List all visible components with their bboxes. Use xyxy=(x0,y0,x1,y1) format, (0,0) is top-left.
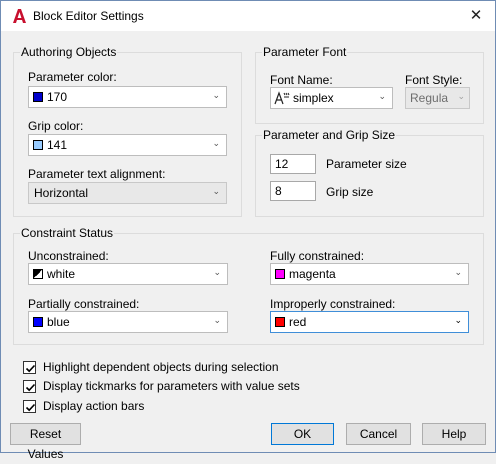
highlight-dependent-label: Highlight dependent objects during selec… xyxy=(43,360,279,374)
unconstrained-label: Unconstrained: xyxy=(28,249,109,263)
grip-size-value: 8 xyxy=(275,184,282,198)
window-title: Block Editor Settings xyxy=(33,9,144,23)
parameter-size-input[interactable]: 12 xyxy=(270,154,316,174)
partially-constrained-label: Partially constrained: xyxy=(28,297,140,311)
parameter-color-label: Parameter color: xyxy=(28,70,117,84)
fully-constrained-swatch xyxy=(275,269,285,279)
title-bar: Block Editor Settings ✕ xyxy=(1,1,495,31)
grip-color-combo[interactable]: 141 ⌄ xyxy=(28,134,227,156)
improperly-constrained-label: Improperly constrained: xyxy=(270,297,396,311)
partially-constrained-value: blue xyxy=(47,315,70,329)
text-alignment-label: Parameter text alignment: xyxy=(28,167,166,181)
parameter-grip-size-group xyxy=(255,135,484,217)
autocad-app-icon xyxy=(13,9,26,23)
chevron-down-icon: ⌄ xyxy=(212,138,220,148)
block-editor-settings-dialog: Block Editor Settings ✕ Authoring Object… xyxy=(0,0,496,461)
grip-size-label: Grip size xyxy=(326,185,374,199)
grip-color-swatch xyxy=(33,140,43,150)
checkmark-icon xyxy=(25,383,36,392)
display-tickmarks-label: Display tickmarks for parameters with va… xyxy=(43,379,300,393)
help-button[interactable]: Help xyxy=(422,423,486,445)
improperly-constrained-value: red xyxy=(289,315,307,329)
cancel-button[interactable]: Cancel xyxy=(346,423,411,445)
checkmark-icon xyxy=(25,403,36,412)
parameter-color-combo[interactable]: 170 ⌄ xyxy=(28,86,227,108)
checkbox-box xyxy=(23,361,36,374)
constraint-status-title: Constraint Status xyxy=(20,226,115,240)
partially-constrained-swatch xyxy=(33,317,43,327)
chevron-down-icon: ⌄ xyxy=(454,315,462,325)
fully-constrained-combo[interactable]: magenta ⌄ xyxy=(270,263,469,285)
shx-font-icon xyxy=(274,91,290,105)
checkbox-box xyxy=(23,380,36,393)
reset-values-button[interactable]: Reset Values xyxy=(10,423,81,461)
font-name-label: Font Name: xyxy=(270,73,333,87)
improperly-constrained-swatch xyxy=(275,317,285,327)
parameter-font-title: Parameter Font xyxy=(262,45,348,59)
close-icon: ✕ xyxy=(469,7,483,24)
chevron-down-icon: ⌄ xyxy=(212,186,220,196)
chevron-down-icon: ⌄ xyxy=(213,315,221,325)
font-style-value: Regula xyxy=(410,91,449,105)
display-action-bars-label: Display action bars xyxy=(43,399,145,413)
unconstrained-swatch xyxy=(33,269,43,279)
chevron-down-icon: ⌄ xyxy=(454,267,462,277)
ok-button[interactable]: OK xyxy=(271,423,334,445)
text-alignment-value: Horizontal xyxy=(34,186,89,200)
font-name-value: simplex xyxy=(293,91,334,105)
chevron-down-icon: ⌄ xyxy=(378,91,386,101)
chevron-down-icon: ⌄ xyxy=(212,90,220,100)
checkbox-box xyxy=(23,400,36,413)
grip-color-label: Grip color: xyxy=(28,119,84,133)
close-button[interactable]: ✕ xyxy=(459,2,493,30)
text-alignment-combo[interactable]: Horizontal ⌄ xyxy=(28,182,227,204)
chevron-down-icon: ⌄ xyxy=(213,267,221,277)
checkmark-icon xyxy=(25,364,36,373)
unconstrained-combo[interactable]: white ⌄ xyxy=(28,263,228,285)
authoring-objects-title: Authoring Objects xyxy=(20,45,118,59)
parameter-grip-size-title: Parameter and Grip Size xyxy=(262,128,397,142)
parameter-color-swatch xyxy=(33,92,43,102)
improperly-constrained-combo[interactable]: red ⌄ xyxy=(270,311,469,333)
font-style-combo[interactable]: Regula ⌄ xyxy=(405,87,470,109)
unconstrained-value: white xyxy=(47,267,76,281)
parameter-size-value: 12 xyxy=(275,157,289,171)
parameter-size-label: Parameter size xyxy=(326,157,407,171)
grip-color-value: 141 xyxy=(47,138,68,152)
font-name-combo[interactable]: simplex ⌄ xyxy=(270,87,393,109)
parameter-color-value: 170 xyxy=(47,90,68,104)
fully-constrained-value: magenta xyxy=(289,267,336,281)
grip-size-input[interactable]: 8 xyxy=(270,181,316,201)
font-style-label: Font Style: xyxy=(405,73,463,87)
chevron-down-icon: ⌄ xyxy=(457,91,465,101)
partially-constrained-combo[interactable]: blue ⌄ xyxy=(28,311,228,333)
fully-constrained-label: Fully constrained: xyxy=(270,249,365,263)
